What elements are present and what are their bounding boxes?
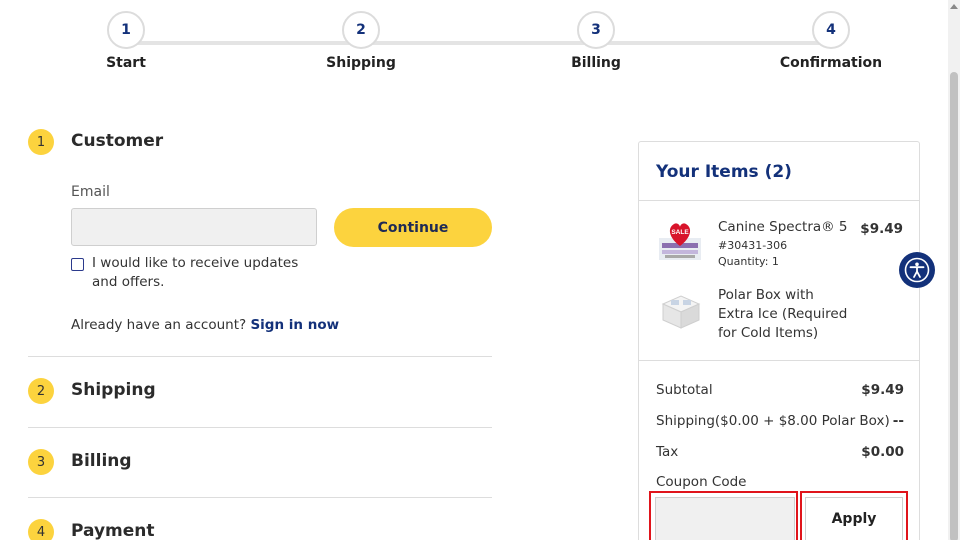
section-shipping[interactable]: 2 Shipping <box>28 378 492 404</box>
email-field[interactable] <box>71 208 317 246</box>
scrollbar-thumb[interactable] <box>950 72 958 540</box>
step-number: 2 <box>342 11 380 49</box>
step-shipping: 2 Shipping <box>301 11 421 71</box>
section-number-badge: 2 <box>28 378 54 404</box>
account-prompt-text: Already have an account? <box>71 317 247 333</box>
section-divider <box>28 497 492 498</box>
coupon-code-input[interactable] <box>655 497 795 540</box>
sale-badge-text: SALE <box>671 229 689 236</box>
section-title: Shipping <box>71 380 156 400</box>
section-number-badge: 1 <box>28 129 54 155</box>
step-start: 1 Start <box>66 11 186 71</box>
shipping-value: -- <box>892 413 904 429</box>
section-title: Customer <box>71 131 164 151</box>
step-billing: 3 Billing <box>536 11 656 71</box>
subtotal-row: Subtotal $9.49 <box>656 382 904 398</box>
continue-button[interactable]: Continue <box>334 208 492 247</box>
section-payment[interactable]: 4 Payment <box>28 519 492 540</box>
apply-coupon-button[interactable]: Apply <box>805 497 903 540</box>
shipping-row: Shipping($0.00 + $8.00 Polar Box) -- <box>656 413 904 429</box>
email-label: Email <box>71 184 110 200</box>
section-number-badge: 4 <box>28 519 54 540</box>
signin-link[interactable]: Sign in now <box>250 317 339 333</box>
section-divider <box>28 427 492 428</box>
item-sku: #30431-306 <box>718 239 788 252</box>
item-price: $9.49 <box>860 221 903 237</box>
coupon-code-label: Coupon Code <box>656 474 747 490</box>
step-number: 1 <box>107 11 145 49</box>
subtotal-value: $9.49 <box>861 382 904 398</box>
optin-checkbox[interactable] <box>71 258 84 271</box>
section-title: Payment <box>71 521 155 540</box>
scroll-up-icon[interactable] <box>950 4 958 9</box>
step-label: Confirmation <box>779 55 883 71</box>
summary-divider <box>639 360 919 361</box>
polar-box-icon <box>657 290 705 332</box>
shipping-label: Shipping($0.00 + $8.00 Polar Box) <box>656 413 890 429</box>
section-divider <box>28 356 492 357</box>
step-label: Billing <box>571 55 621 71</box>
checkout-stepper: 1 Start 2 Shipping 3 Billing 4 Confirmat… <box>0 0 948 90</box>
summary-divider <box>639 200 919 201</box>
account-prompt: Already have an account? Sign in now <box>71 317 339 333</box>
step-label: Start <box>106 55 146 71</box>
step-confirmation: 4 Confirmation <box>771 11 891 71</box>
page-scrollbar[interactable] <box>948 0 960 540</box>
stepper-track <box>126 41 831 45</box>
optin-label[interactable]: I would like to receive updates and offe… <box>92 254 322 292</box>
accessibility-icon <box>904 257 930 283</box>
heart-sale-badge-icon: SALE <box>659 218 701 264</box>
tax-label: Tax <box>656 444 679 460</box>
summary-title[interactable]: Your Items (2) <box>656 162 792 182</box>
step-number: 3 <box>577 11 615 49</box>
section-billing[interactable]: 3 Billing <box>28 449 492 475</box>
subtotal-label: Subtotal <box>656 382 713 398</box>
accessibility-button[interactable] <box>899 252 935 288</box>
step-number: 4 <box>812 11 850 49</box>
item-name: Polar Box with Extra Ice (Required for C… <box>718 287 848 341</box>
item-quantity: Quantity: 1 <box>718 255 779 268</box>
order-summary-panel: Your Items (2) SALE Canine Spectra® 5 $9… <box>638 141 920 540</box>
step-label: Shipping <box>326 55 396 71</box>
section-title: Billing <box>71 451 132 471</box>
tax-value: $0.00 <box>861 444 904 460</box>
section-number-badge: 3 <box>28 449 54 475</box>
tax-row: Tax $0.00 <box>656 444 904 460</box>
item-name: Canine Spectra® 5 <box>718 219 848 235</box>
section-customer: 1 Customer <box>28 129 492 155</box>
